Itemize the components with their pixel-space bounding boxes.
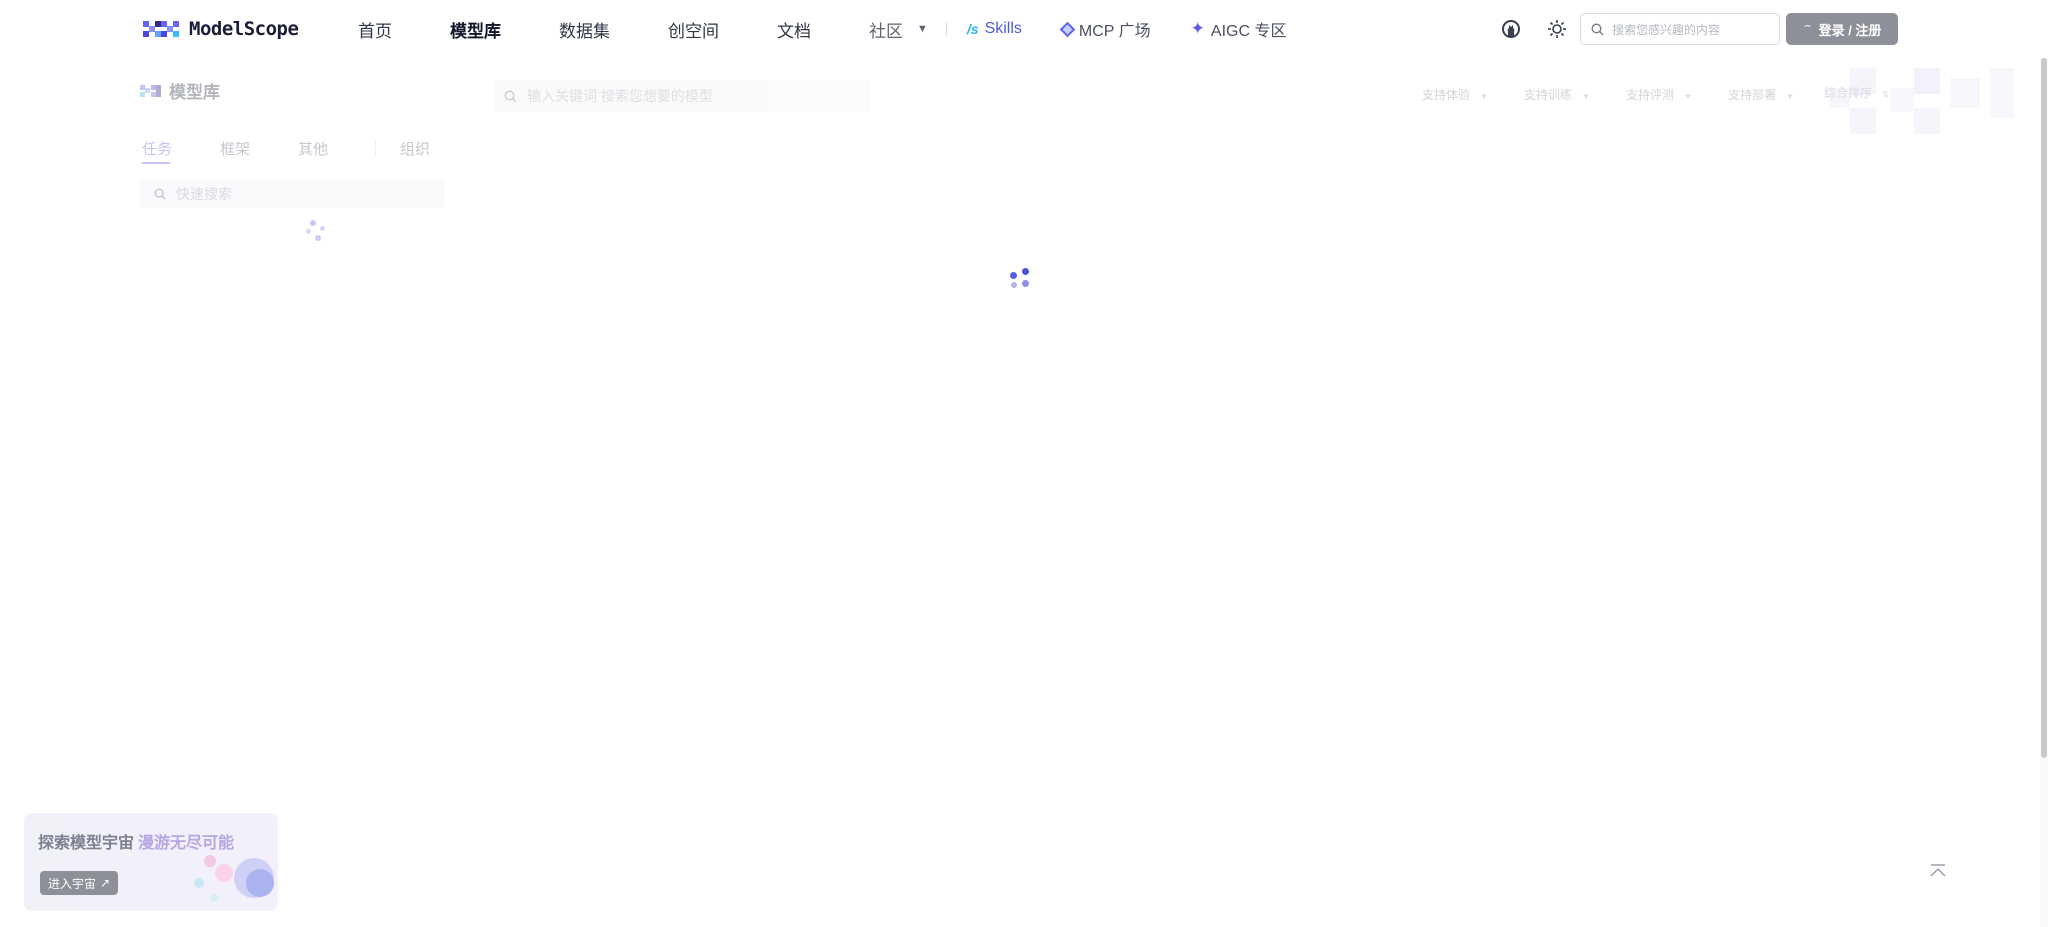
filter-label: 支持评测 bbox=[1626, 88, 1675, 102]
global-search-input[interactable]: 搜索您感兴趣的内容 bbox=[1580, 13, 1780, 45]
caret-down-icon: ▼ bbox=[1684, 92, 1692, 101]
nav-divider bbox=[945, 22, 947, 36]
filter-label: 支持部署 bbox=[1728, 88, 1777, 102]
caret-down-icon: ▼ bbox=[1786, 92, 1794, 101]
filter-support-deployment[interactable]: 支持部署 ▼ bbox=[1728, 86, 1794, 103]
arrow-up-right-icon: ↗ bbox=[100, 876, 111, 890]
promo-title-text: 探索模型宇宙 bbox=[38, 835, 135, 852]
filter-support-evaluation[interactable]: 支持评测 ▼ bbox=[1626, 86, 1692, 103]
main-loading-spinner bbox=[1010, 268, 1032, 290]
search-icon bbox=[1591, 22, 1604, 35]
caret-down-icon: ▼ bbox=[1582, 92, 1590, 101]
sparkle-icon: ✦ bbox=[1190, 19, 1205, 38]
nav-docs[interactable]: 文档 bbox=[777, 17, 811, 42]
tab-tasks[interactable]: 任务 bbox=[142, 138, 172, 159]
sun-icon bbox=[1548, 20, 1566, 38]
promo-card: 探索模型宇宙 漫游无尽可能 进入宇宙 ↗ bbox=[24, 813, 278, 911]
tab-organizations[interactable]: 组织 bbox=[400, 138, 430, 159]
github-icon bbox=[1502, 20, 1520, 38]
login-button[interactable]: 登录 / 注册 bbox=[1786, 13, 1898, 45]
filter-label: 支持训练 bbox=[1524, 88, 1573, 102]
active-tab-indicator bbox=[142, 162, 170, 164]
caret-down-icon: ▼ bbox=[1480, 92, 1488, 101]
enter-universe-label: 进入宇宙 bbox=[48, 876, 97, 891]
model-library-icon bbox=[140, 84, 161, 97]
header-tools: 搜索您感兴趣的内容 登录 / 注册 bbox=[1496, 12, 1898, 46]
modelscope-logo-icon bbox=[143, 21, 179, 37]
sidebar-header: 模型库 bbox=[140, 78, 445, 103]
filter-support-experience[interactable]: 支持体验 ▼ bbox=[1422, 86, 1488, 103]
nav-home[interactable]: 首页 bbox=[358, 17, 392, 42]
search-icon bbox=[504, 89, 517, 102]
sidebar-tabs: 任务 框架 其他 组织 bbox=[142, 138, 442, 168]
diamond-icon bbox=[1059, 21, 1076, 37]
caret-down-icon[interactable]: ▼ bbox=[917, 23, 928, 35]
sidebar-loading-spinner bbox=[306, 220, 328, 242]
logo-text: ModelScope bbox=[189, 18, 299, 40]
tab-frameworks[interactable]: 框架 bbox=[220, 138, 250, 159]
page-scrollbar[interactable] bbox=[2040, 58, 2048, 927]
nav-mcp-label: MCP 广场 bbox=[1078, 23, 1151, 40]
nav-models[interactable]: 模型库 bbox=[450, 17, 501, 42]
model-search-input[interactable]: 输入关键词 搜索您想要的模型 bbox=[494, 80, 870, 112]
filter-label: 支持体验 bbox=[1422, 88, 1471, 102]
top-navigation-bar: ModelScope 首页 模型库 数据集 创空间 文档 社区 ▼ /s Ski… bbox=[0, 0, 2048, 58]
nav-mcp[interactable]: MCP 广场 bbox=[1059, 17, 1151, 41]
quick-search-input[interactable]: 快速搜索 bbox=[140, 180, 445, 208]
nav-aigc[interactable]: ✦ AIGC 专区 bbox=[1191, 17, 1287, 41]
theme-toggle-button[interactable] bbox=[1542, 14, 1572, 44]
nav-skills-label: Skills bbox=[984, 20, 1022, 37]
promo-illustration bbox=[194, 855, 274, 902]
nav-aigc-label: AIGC 专区 bbox=[1210, 23, 1287, 40]
nav-datasets[interactable]: 数据集 bbox=[559, 17, 610, 42]
login-button-label: 登录 / 注册 bbox=[1818, 22, 1882, 38]
loading-spinner-icon bbox=[1802, 24, 1812, 34]
global-search-placeholder: 搜索您感兴趣的内容 bbox=[1612, 22, 1721, 37]
enter-universe-button[interactable]: 进入宇宙 ↗ bbox=[40, 871, 119, 895]
skills-icon: /s bbox=[966, 21, 979, 37]
sidebar-title: 模型库 bbox=[169, 83, 220, 102]
tab-divider bbox=[375, 140, 376, 156]
nav-studios[interactable]: 创空间 bbox=[668, 17, 719, 42]
scrollbar-thumb[interactable] bbox=[2041, 58, 2047, 758]
model-filter-sidebar: 模型库 任务 框架 其他 组织 快速搜索 bbox=[140, 78, 445, 208]
back-to-top-icon[interactable] bbox=[1926, 862, 1950, 882]
page: ModelScope 首页 模型库 数据集 创空间 文档 社区 ▼ /s Ski… bbox=[0, 0, 2048, 927]
quick-search-placeholder: 快速搜索 bbox=[176, 186, 232, 202]
logo[interactable]: ModelScope bbox=[143, 17, 299, 41]
nav-community[interactable]: 社区 bbox=[869, 17, 903, 42]
search-icon bbox=[154, 188, 166, 200]
main-nav: 首页 模型库 数据集 创空间 文档 社区 ▼ /s Skills MCP 广场 … bbox=[358, 0, 1326, 58]
tab-other[interactable]: 其他 bbox=[298, 138, 328, 159]
github-button[interactable] bbox=[1496, 14, 1526, 44]
filter-support-training[interactable]: 支持训练 ▼ bbox=[1524, 86, 1590, 103]
model-search-placeholder: 输入关键词 搜索您想要的模型 bbox=[527, 88, 713, 104]
nav-skills[interactable]: /s Skills bbox=[967, 20, 1022, 38]
decorative-pixel-pattern bbox=[1830, 68, 2014, 134]
